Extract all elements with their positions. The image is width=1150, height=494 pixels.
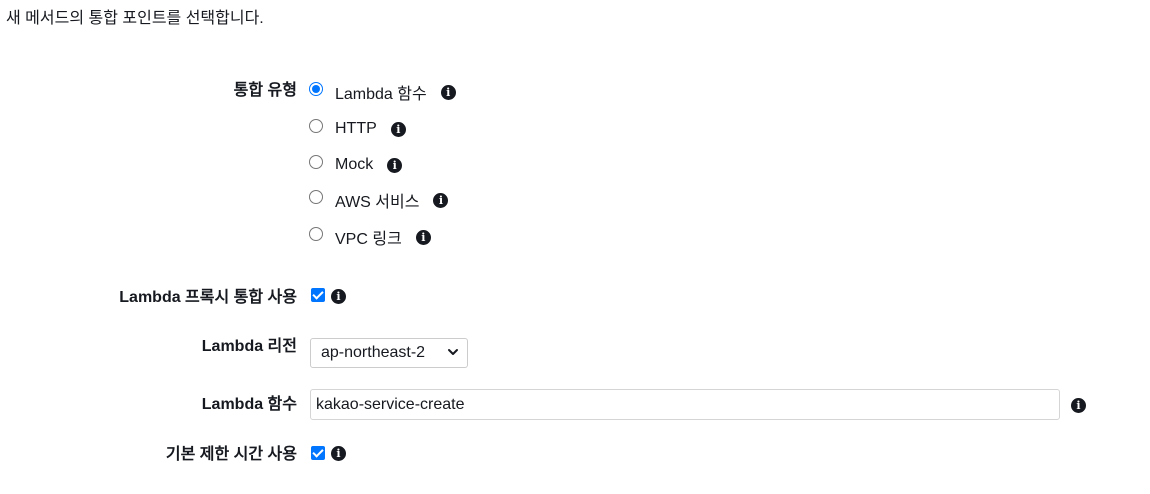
radio-option-aws-service[interactable]: AWS 서비스 i [309, 189, 449, 211]
region-select[interactable]: ap-northeast-2 [310, 338, 468, 368]
radio-option-label: AWS 서비스 [335, 194, 420, 211]
radio-option-vpc-link[interactable]: VPC 링크 i [309, 226, 431, 248]
function-input-value: kakao-service-create [316, 396, 465, 413]
radio-option-label: Lambda 함수 [335, 86, 427, 103]
info-icon[interactable]: i [433, 192, 449, 208]
info-icon[interactable]: i [390, 121, 406, 137]
radio-vpc-link[interactable] [309, 227, 323, 241]
function-input[interactable]: kakao-service-create [310, 389, 1060, 420]
radio-mock[interactable] [309, 155, 323, 169]
proxy-integration-checkbox[interactable] [311, 288, 325, 302]
radio-option-label: HTTP [335, 120, 377, 137]
radio-http[interactable] [309, 119, 323, 133]
chevron-down-icon [448, 349, 458, 355]
region-label: Lambda 리전 [201, 338, 297, 355]
info-icon[interactable]: i [387, 157, 403, 173]
radio-option-label: Mock [335, 156, 374, 173]
default-timeout-label: 기본 제한 시간 사용 [165, 446, 297, 463]
region-select-value: ap-northeast-2 [321, 344, 426, 361]
radio-aws-service[interactable] [309, 190, 323, 204]
radio-option-lambda[interactable]: Lambda 함수 i [309, 81, 456, 103]
default-timeout-checkbox[interactable] [311, 446, 325, 460]
info-icon[interactable]: i [415, 229, 431, 245]
radio-option-mock[interactable]: Mock i [309, 154, 403, 176]
radio-option-http[interactable]: HTTP i [309, 118, 406, 140]
proxy-integration-label: Lambda 프록시 통합 사용 [119, 289, 297, 306]
info-icon[interactable]: i [331, 446, 346, 461]
info-icon[interactable]: i [440, 84, 456, 100]
function-label: Lambda 함수 [201, 396, 297, 413]
intro-text: 새 메서드의 통합 포인트를 선택합니다. [6, 10, 264, 27]
integration-type-label: 통합 유형 [233, 82, 297, 99]
radio-option-label: VPC 링크 [335, 231, 402, 248]
info-icon[interactable]: i [331, 289, 346, 304]
radio-lambda[interactable] [309, 82, 323, 96]
info-icon[interactable]: i [1071, 398, 1086, 413]
